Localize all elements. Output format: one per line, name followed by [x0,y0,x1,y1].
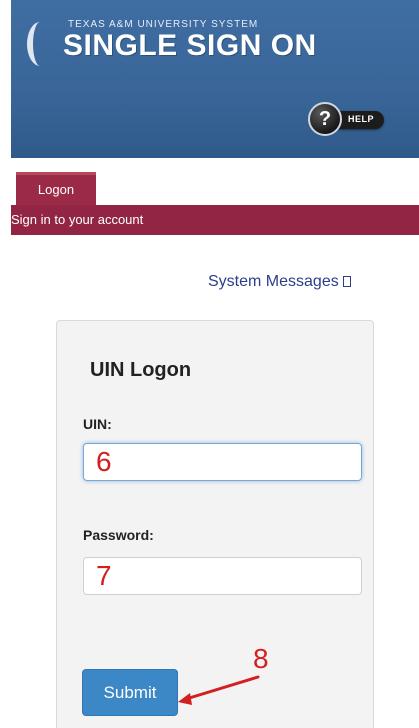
annotation-arrow-icon [178,675,260,705]
uin-input[interactable] [83,443,362,481]
external-link-icon [342,276,351,287]
subheader-text: Sign in to your account [11,212,144,227]
swoosh-logo-icon [27,22,53,66]
uin-label: UIN: [83,416,112,432]
brand-title: SINGLE SIGN ON [63,29,317,62]
subheader-bar: Sign in to your account [11,205,419,235]
card-title: UIN Logon [90,359,192,381]
password-label: Password: [83,527,154,543]
sso-page: TEXAS A&M UNIVERSITY SYSTEM SINGLE SIGN … [0,0,419,728]
system-messages-link[interactable]: System Messages [208,273,351,291]
help-question-icon: ? [308,102,342,136]
help-label: HELP [348,114,375,124]
header-banner: TEXAS A&M UNIVERSITY SYSTEM SINGLE SIGN … [11,0,419,158]
system-messages-label: System Messages [208,273,339,290]
tab-logon[interactable]: Logon [16,172,96,206]
password-input[interactable] [83,557,362,595]
help-button[interactable]: HELP ? [308,102,394,136]
submit-button[interactable]: Submit [82,669,178,716]
